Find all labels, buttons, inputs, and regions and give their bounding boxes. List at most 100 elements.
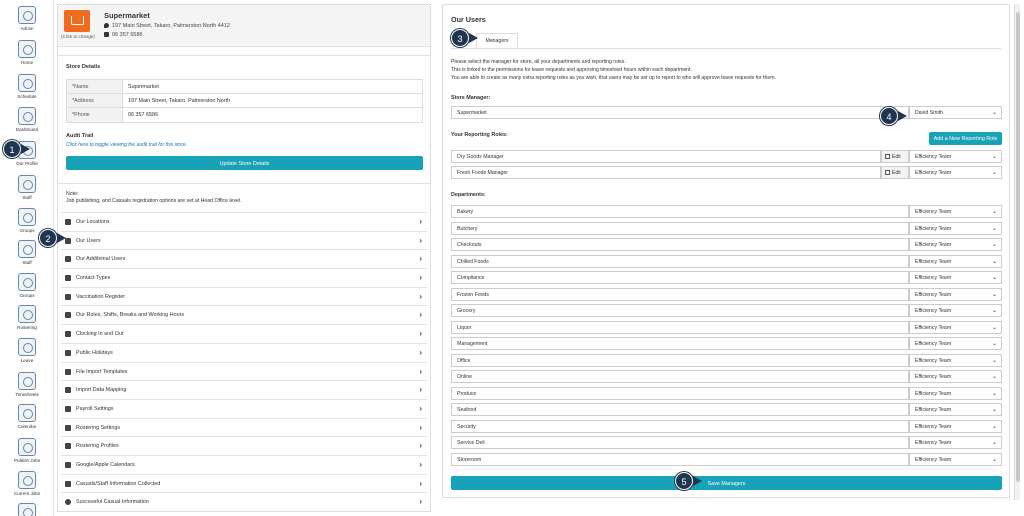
- update-store-details-button[interactable]: Update Store Details: [66, 156, 423, 170]
- department-select[interactable]: Efficiency Team ⌄: [909, 287, 1002, 301]
- menu-item-public-holidays[interactable]: Public Holidays ›: [60, 342, 428, 362]
- callout-3: 3: [451, 29, 469, 47]
- sidebar-label: Publish Jobs: [13, 458, 41, 463]
- sidebar-item-admin[interactable]: Admin: [0, 6, 54, 31]
- sidebar-item-schedule[interactable]: Schedule: [0, 74, 54, 99]
- save-managers-button[interactable]: Save Managers: [451, 476, 1002, 490]
- menu-item-rostering-settings[interactable]: Rostering Settings ›: [60, 417, 428, 437]
- select-value: Efficiency Team: [915, 308, 952, 314]
- chevron-right-icon: ›: [419, 422, 422, 432]
- select-value: Efficiency Team: [915, 440, 952, 446]
- menu-label: File Import Templates: [76, 368, 128, 375]
- chevron-down-icon: ⌄: [991, 225, 997, 232]
- department-select[interactable]: Efficiency Team ⌄: [909, 370, 1002, 383]
- sidebar-item-more[interactable]: [0, 503, 54, 516]
- groups-icon: [18, 208, 36, 226]
- sidebar-item-staff[interactable]: Staff: [0, 175, 54, 200]
- settings-menu: Our Locations › Our Users › Our Additional…: [60, 212, 428, 511]
- logo-caption[interactable]: (Click to change): [61, 34, 95, 39]
- add-reporting-role-button[interactable]: Add a New Reporting Role: [929, 132, 1002, 145]
- menu-item-import-data-mapping[interactable]: Import Data Mapping ›: [60, 380, 428, 399]
- sidebar-label: Timesheets: [15, 392, 39, 397]
- sidebar-item-publish-jobs[interactable]: Publish Jobs: [0, 438, 54, 463]
- note: Note: Job publishing, and Casuals regist…: [66, 191, 242, 205]
- department-select[interactable]: Efficiency Team ⌄: [909, 238, 1002, 251]
- reporting-role-select[interactable]: Efficiency Team ⌄: [909, 166, 1002, 179]
- edit-icon: [885, 154, 890, 159]
- store-logo[interactable]: [64, 10, 90, 32]
- sidebar-item-calendar[interactable]: Calendar: [0, 404, 54, 429]
- callout-pointer: [469, 33, 478, 43]
- department-select[interactable]: Efficiency Team ⌄: [909, 337, 1002, 350]
- sidebar-label: Home: [20, 60, 34, 65]
- department-name: Management: [451, 337, 909, 350]
- sidebar-item-home[interactable]: Home: [0, 40, 54, 65]
- department-select[interactable]: Efficiency Team ⌄: [909, 419, 1002, 433]
- sidebar-item-leave[interactable]: Leave: [0, 338, 54, 363]
- department-select[interactable]: Efficiency Team ⌄: [909, 403, 1002, 416]
- department-select[interactable]: Efficiency Team ⌄: [909, 254, 1002, 268]
- sidebar-item-timesheets[interactable]: Timesheets: [0, 372, 54, 397]
- menu-item-successful-casual-info[interactable]: Successful Casual Information ›: [60, 492, 428, 511]
- phone-icon: [104, 32, 109, 38]
- store-manager-select[interactable]: David Smith ⌄: [909, 106, 1002, 119]
- department-select[interactable]: Efficiency Team ⌄: [909, 353, 1002, 367]
- department-name: Butchery: [451, 221, 909, 235]
- department-select[interactable]: Efficiency Team ⌄: [909, 386, 1002, 400]
- menu-label: Vaccination Register: [76, 293, 126, 300]
- staff-icon: [18, 240, 36, 258]
- page-scrollbar[interactable]: [1014, 4, 1020, 500]
- chevron-down-icon: ⌄: [991, 440, 997, 446]
- department-select[interactable]: Efficiency Team ⌄: [909, 320, 1002, 334]
- department-select[interactable]: Efficiency Team ⌄: [909, 271, 1002, 284]
- location-pin-icon: [104, 23, 109, 29]
- department-select[interactable]: Efficiency Team ⌄: [909, 304, 1002, 317]
- sidebar-item-groups-2[interactable]: Groups: [0, 273, 54, 298]
- sidebar-label: Rostering: [17, 325, 37, 330]
- department-select[interactable]: Efficiency Team ⌄: [909, 452, 1002, 466]
- menu-item-our-locations[interactable]: Our Locations ›: [60, 212, 428, 231]
- chevron-right-icon: ›: [419, 254, 422, 264]
- sidebar-label: Admin: [20, 26, 34, 31]
- menu-item-clocking[interactable]: Clocking In and Out ›: [60, 324, 428, 343]
- chevron-right-icon: ›: [419, 385, 422, 395]
- name-field[interactable]: Supermarket: [123, 80, 422, 93]
- reporting-roles-label: Your Reporting Roles:: [451, 132, 508, 138]
- phone-field[interactable]: 06 357 6586: [123, 108, 422, 122]
- menu-item-our-users[interactable]: Our Users ›: [60, 230, 428, 250]
- menu-item-google-apple-calendars[interactable]: Google/Apple Calendars ›: [60, 454, 428, 474]
- tab-managers[interactable]: Managers: [476, 33, 518, 48]
- menu-item-casuals-info-collected[interactable]: Casuals/Staff Information Collected ›: [60, 473, 428, 493]
- sidebar-item-rostering[interactable]: Rostering: [0, 305, 54, 330]
- department-select[interactable]: Efficiency Team ⌄: [909, 436, 1002, 449]
- menu-item-vaccination-register[interactable]: Vaccination Register ›: [60, 286, 428, 306]
- edit-role-button[interactable]: Edit: [881, 166, 909, 179]
- menu-item-file-import-templates[interactable]: File Import Templates ›: [60, 361, 428, 381]
- menu-item-contact-types[interactable]: Contact Types ›: [60, 268, 428, 287]
- menu-label: Our Roles, Shifts, Breaks and Working Ho…: [76, 312, 185, 319]
- detail-row-address: *Address 197 Main Street, Takaro, Palmer…: [67, 94, 422, 108]
- instruction-line: Please select the manager for store, all…: [451, 59, 626, 65]
- scrollbar-thumb[interactable]: [1016, 12, 1020, 482]
- edit-role-button[interactable]: Edit: [881, 150, 909, 163]
- department-select[interactable]: Efficiency Team ⌄: [909, 221, 1002, 235]
- sidebar-item-dashboard[interactable]: Dashboard: [0, 107, 54, 132]
- menu-item-rostering-profiles[interactable]: Rostering Profiles ›: [60, 436, 428, 455]
- menu-item-our-additional-users[interactable]: Our Additional Users ›: [60, 249, 428, 268]
- chevron-right-icon: ›: [419, 459, 422, 469]
- menu-item-payroll-settings[interactable]: Payroll Settings ›: [60, 398, 428, 418]
- calendar-icon: [18, 404, 36, 422]
- sidebar-item-current-jobs[interactable]: Current Jobs: [0, 471, 54, 496]
- reporting-role-select[interactable]: Efficiency Team ⌄: [909, 150, 1002, 163]
- address-field[interactable]: 197 Main Street, Takaro, Palmerston Nort…: [123, 94, 422, 107]
- select-value: Efficiency Team: [915, 341, 952, 347]
- timesheets-icon: [18, 372, 36, 390]
- menu-item-roles-shifts[interactable]: Our Roles, Shifts, Breaks and Working Ho…: [60, 305, 428, 324]
- audit-trail-toggle-link[interactable]: Click here to toggle viewing the audit t…: [66, 142, 187, 148]
- store-details-table: *Name Supermarket *Address 197 Main Stre…: [66, 79, 423, 123]
- chevron-down-icon: ⌄: [991, 456, 997, 463]
- department-select[interactable]: Efficiency Team ⌄: [909, 205, 1002, 218]
- audit-trail-title: Audit Trail: [66, 133, 94, 139]
- menu-label: Our Locations: [76, 219, 110, 225]
- department-name: Produce: [451, 386, 909, 400]
